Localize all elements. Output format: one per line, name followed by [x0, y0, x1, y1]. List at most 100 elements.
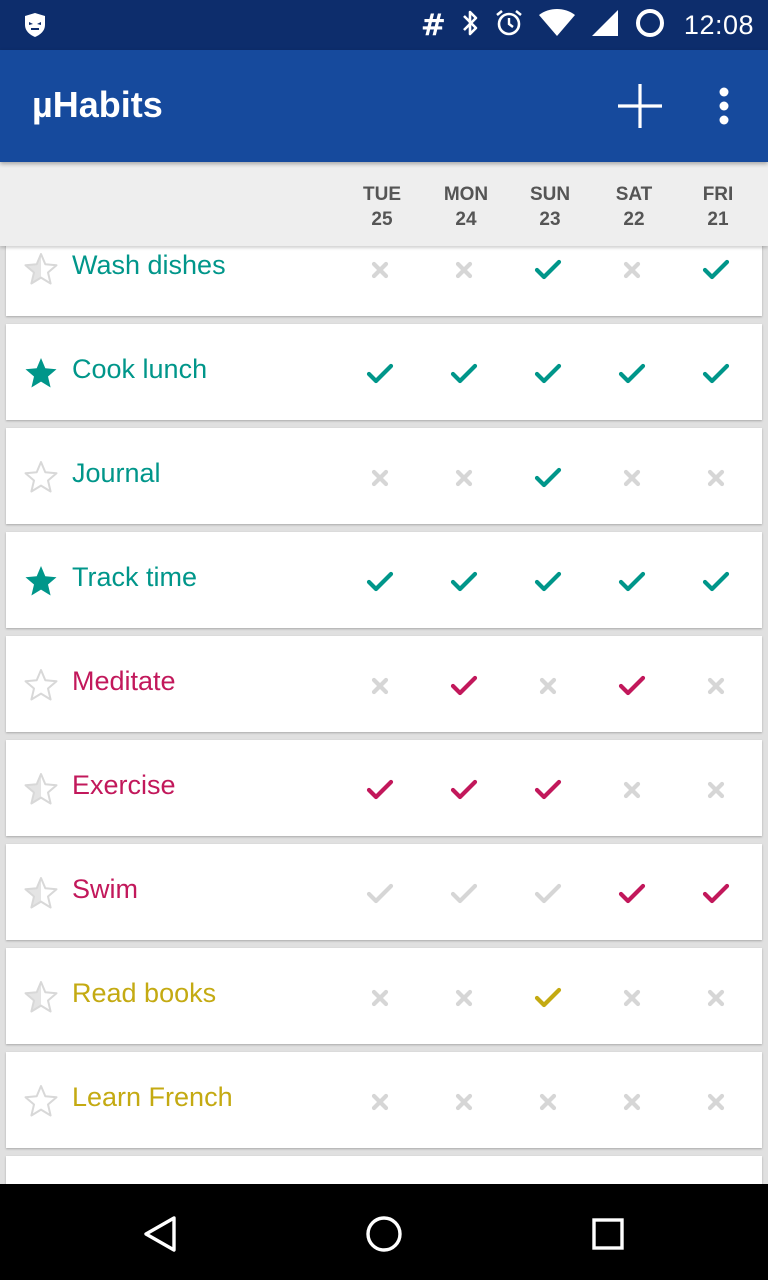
habit-card[interactable]: Meditate	[6, 636, 762, 732]
wifi-icon	[538, 8, 576, 43]
navigation-bar	[0, 1184, 768, 1280]
day-date: 24	[455, 209, 477, 230]
screen: # 12:08 µHabits TUE 25 MON 24 SUN 23 SAT…	[0, 0, 768, 1280]
unchecked-x-icon[interactable]	[702, 984, 730, 1012]
battery-icon	[634, 7, 666, 44]
check-icon[interactable]	[534, 360, 562, 388]
add-habit-button[interactable]	[612, 78, 668, 134]
check-icon[interactable]	[534, 776, 562, 804]
status-time: 12:08	[683, 9, 754, 40]
check-icon[interactable]	[450, 776, 478, 804]
habit-card[interactable]: Wash dishes	[6, 246, 762, 316]
implicit-check-icon[interactable]	[366, 880, 394, 908]
unchecked-x-icon[interactable]	[618, 776, 646, 804]
check-icon[interactable]	[702, 880, 730, 908]
hash-indicator: #	[420, 7, 446, 43]
habit-card[interactable]	[6, 1156, 762, 1184]
habit-name: Wash dishes	[72, 250, 226, 280]
star-icon	[24, 876, 58, 910]
home-icon	[366, 1216, 402, 1252]
check-icon[interactable]	[702, 256, 730, 284]
habit-card[interactable]: Learn French	[6, 1052, 762, 1148]
habit-name: Cook lunch	[72, 354, 208, 384]
habit-card[interactable]: Read books	[6, 948, 762, 1044]
check-icon[interactable]	[534, 568, 562, 596]
unchecked-x-icon[interactable]	[618, 984, 646, 1012]
habit-list[interactable]: Wash dishes Cook lunch Journal Track time Me…	[0, 246, 768, 1184]
back-button[interactable]	[138, 1212, 182, 1256]
status-bar: # 12:08	[0, 0, 768, 50]
check-icon[interactable]	[534, 984, 562, 1012]
bluetooth-icon	[460, 8, 480, 43]
day-weekday: MON	[443, 184, 489, 205]
habit-card[interactable]: Journal	[6, 428, 762, 524]
habit-name: Read books	[72, 978, 217, 1008]
unchecked-x-icon[interactable]	[618, 464, 646, 492]
star-icon	[24, 356, 58, 390]
habit-name: Meditate	[72, 666, 176, 696]
back-icon	[144, 1216, 176, 1252]
check-icon[interactable]	[702, 360, 730, 388]
unchecked-x-icon[interactable]	[366, 464, 394, 492]
check-icon[interactable]	[366, 360, 394, 388]
check-icon[interactable]	[366, 568, 394, 596]
star-icon	[24, 668, 58, 702]
unchecked-x-icon[interactable]	[366, 1088, 394, 1116]
day-weekday: TUE	[363, 184, 401, 205]
star-icon	[24, 1084, 58, 1118]
habit-card[interactable]: Cook lunch	[6, 324, 762, 420]
check-icon[interactable]	[618, 880, 646, 908]
add-icon	[618, 84, 662, 128]
day-header[interactable]: SUN 23	[520, 182, 580, 232]
check-icon[interactable]	[534, 256, 562, 284]
unchecked-x-icon[interactable]	[450, 256, 478, 284]
habit-card[interactable]: Track time	[6, 532, 762, 628]
cell-signal-icon	[590, 8, 620, 43]
check-icon[interactable]	[702, 568, 730, 596]
recents-icon	[592, 1218, 624, 1250]
unchecked-x-icon[interactable]	[618, 1088, 646, 1116]
unchecked-x-icon[interactable]	[450, 984, 478, 1012]
unchecked-x-icon[interactable]	[702, 464, 730, 492]
unchecked-x-icon[interactable]	[366, 256, 394, 284]
day-weekday: FRI	[702, 184, 734, 205]
overflow-menu-icon	[719, 87, 729, 125]
habit-name: Swim	[72, 874, 138, 904]
day-header[interactable]: SAT 22	[604, 182, 664, 232]
unchecked-x-icon[interactable]	[702, 672, 730, 700]
unchecked-x-icon[interactable]	[366, 984, 394, 1012]
recents-button[interactable]	[586, 1212, 630, 1256]
home-button[interactable]	[362, 1212, 406, 1256]
check-icon[interactable]	[450, 568, 478, 596]
day-weekday: SAT	[615, 184, 653, 205]
unchecked-x-icon[interactable]	[450, 464, 478, 492]
check-icon[interactable]	[450, 360, 478, 388]
check-icon[interactable]	[450, 672, 478, 700]
unchecked-x-icon[interactable]	[450, 1088, 478, 1116]
implicit-check-icon[interactable]	[450, 880, 478, 908]
check-icon[interactable]	[534, 464, 562, 492]
star-icon	[24, 252, 58, 286]
day-header[interactable]: TUE 25	[352, 182, 412, 232]
overflow-menu-button[interactable]	[704, 78, 744, 134]
day-date: 23	[539, 209, 561, 230]
check-icon[interactable]	[618, 360, 646, 388]
check-icon[interactable]	[618, 568, 646, 596]
unchecked-x-icon[interactable]	[702, 776, 730, 804]
unchecked-x-icon[interactable]	[534, 672, 562, 700]
check-icon[interactable]	[366, 776, 394, 804]
day-date: 21	[707, 209, 729, 230]
day-header[interactable]: MON 24	[436, 182, 496, 232]
habit-card[interactable]: Swim	[6, 844, 762, 940]
day-date: 22	[623, 209, 645, 230]
unchecked-x-icon[interactable]	[618, 256, 646, 284]
unchecked-x-icon[interactable]	[534, 1088, 562, 1116]
habit-name: Exercise	[72, 770, 176, 800]
habit-card[interactable]: Exercise	[6, 740, 762, 836]
unchecked-x-icon[interactable]	[366, 672, 394, 700]
unchecked-x-icon[interactable]	[702, 1088, 730, 1116]
day-date: 25	[371, 209, 393, 230]
implicit-check-icon[interactable]	[534, 880, 562, 908]
day-header[interactable]: FRI 21	[688, 182, 748, 232]
check-icon[interactable]	[618, 672, 646, 700]
